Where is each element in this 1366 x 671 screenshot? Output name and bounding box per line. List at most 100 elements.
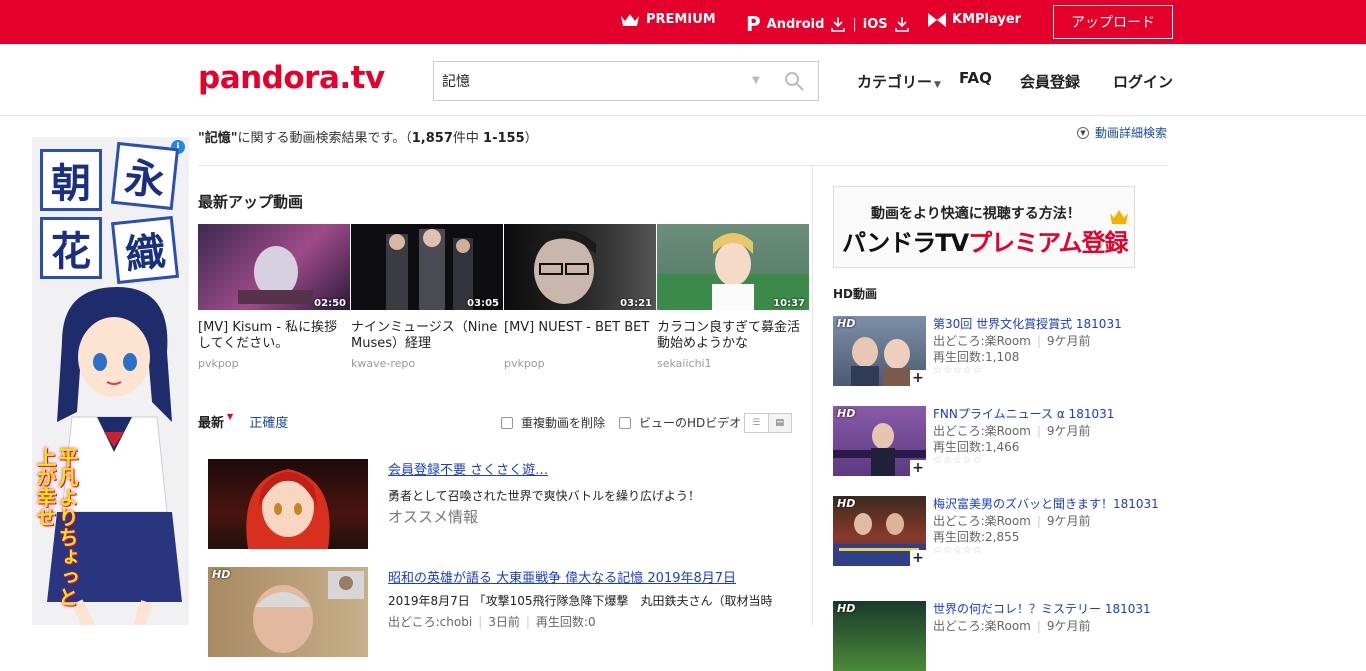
add-to-playlist-icon[interactable]: + (910, 550, 926, 566)
column-divider (812, 166, 813, 625)
separator: | (1036, 424, 1041, 438)
premium-link[interactable]: PREMIUM (620, 12, 716, 27)
list-view-icon[interactable]: ☰ (745, 414, 768, 432)
result-age: 3日前 (488, 615, 520, 629)
hd-meta: 出どころ:楽Room | 9ケ月前 (933, 513, 1161, 529)
video-thumbnail[interactable]: 03:05 (351, 224, 503, 310)
result-thumbnail[interactable] (208, 459, 368, 549)
add-to-playlist-icon[interactable]: + (910, 460, 926, 476)
video-title[interactable]: カラコン良すぎて募金活動始めようかな (657, 320, 809, 352)
nav-category[interactable]: カテゴリー ▼ (857, 71, 941, 92)
thumbnail-art (246, 469, 330, 549)
latest-video-card[interactable]: 03:21 [MV] NUEST - BET BET pvkpop (504, 224, 656, 370)
hd-source[interactable]: 出どころ:楽Room (933, 334, 1031, 348)
hd-text: 梅沢富美男のズバッと聞きます！181031 出どころ:楽Room | 9ケ月前 再生… (933, 496, 1161, 556)
ad-title-char: 花 (40, 217, 102, 279)
top-bar: PREMIUM P Android | iOS KMPlayer アップロード (0, 0, 1366, 44)
upload-button[interactable]: アップロード (1053, 5, 1173, 39)
detail-view-icon[interactable]: ▤ (767, 414, 791, 432)
video-uploader[interactable]: sekaiichi1 (657, 357, 809, 370)
hd-text: 世界の何だコレ！？ミステリー 181031 出どころ:楽Room | 9ケ月前 (933, 601, 1161, 634)
latest-video-card[interactable]: 03:05 ナインミュージス（Nine Muses）経理 kwave-repo (351, 224, 503, 370)
hd-thumbnail[interactable]: HD + (833, 406, 926, 476)
hd-title[interactable]: 世界の何だコレ！？ミステリー 181031 (933, 602, 1151, 616)
search-input[interactable] (434, 62, 734, 100)
hd-badge: HD (212, 568, 231, 581)
video-title[interactable]: ナインミュージス（Nine Muses）経理 (351, 320, 503, 352)
result-title[interactable]: 会員登録不要 さくさく遊… (388, 463, 548, 478)
premium-banner-line1: 動画をより快適に視聴する方法！ (871, 206, 1081, 222)
kmplayer-link[interactable]: KMPlayer (928, 12, 1021, 27)
nav-login[interactable]: ログイン (1113, 71, 1173, 92)
hd-thumbnail[interactable]: HD + (833, 316, 926, 386)
hd-plays: 再生回数:2,855 (933, 530, 1020, 544)
premium-banner[interactable]: 動画をより快適に視聴する方法！ パンドラTVプレミアム登録 (833, 186, 1135, 268)
download-icon (894, 17, 909, 32)
search-icon[interactable] (782, 69, 806, 93)
video-uploader[interactable]: kwave-repo (351, 357, 503, 370)
latest-video-card[interactable]: 10:37 カラコン良すぎて募金活動始めようかな sekaiichi1 (657, 224, 809, 370)
remove-duplicates-label[interactable]: 重複動画を削除 (521, 414, 605, 431)
divider (198, 165, 1168, 166)
rating-stars: ☆☆☆☆☆ (933, 365, 983, 376)
kmplayer-icon (928, 12, 946, 27)
logo[interactable]: pandora.tv (198, 60, 385, 96)
hd-badge: HD (837, 407, 856, 420)
result-source[interactable]: 出どころ:chobi (388, 615, 472, 629)
rating-stars: ☆☆☆☆☆ (933, 545, 983, 556)
video-thumbnail[interactable]: 10:37 (657, 224, 809, 310)
crown-icon (621, 13, 639, 26)
chevron-down-icon: ▼ (1077, 126, 1089, 139)
video-title[interactable]: [MV] Kisum - 私に挨拶してください。 (198, 320, 350, 352)
hd-title[interactable]: FNNプライムニュース α 181031 (933, 407, 1114, 421)
add-to-playlist-icon[interactable]: + (910, 370, 926, 386)
ios-label: iOS (862, 16, 888, 32)
video-duration: 02:50 (314, 298, 346, 309)
latest-section-title: 最新アップ動画 (198, 193, 304, 211)
rating-stars: ☆☆☆☆☆ (933, 455, 983, 466)
advanced-search-link[interactable]: ▼ 動画詳細検索 (1077, 124, 1167, 141)
video-thumbnail[interactable]: 02:50 (198, 224, 350, 310)
hd-meta: 出どころ:楽Room | 9ケ月前 (933, 423, 1161, 439)
result-title[interactable]: 昭和の英雄が語る 大東亜戦争 偉大なる記憶 2019年8月7日 (388, 571, 736, 586)
ad-title-char: 織 (110, 215, 180, 285)
nav-faq[interactable]: FAQ (959, 69, 992, 87)
hd-only-checkbox[interactable] (619, 416, 632, 429)
hd-thumbnail[interactable]: HD (833, 601, 926, 671)
latest-video-card[interactable]: 02:50 [MV] Kisum - 私に挨拶してください。 pvkpop (198, 224, 350, 370)
video-uploader[interactable]: pvkpop (198, 357, 350, 370)
pandora-p-icon: P (746, 12, 761, 36)
hd-text: 第30回 世界文化賞授賞式 181031 出どころ:楽Room | 9ケ月前 再生回… (933, 316, 1161, 376)
hd-source[interactable]: 出どころ:楽Room (933, 514, 1031, 528)
result-thumbnail[interactable]: HD (208, 567, 368, 657)
separator: | (1036, 334, 1041, 348)
side-ad[interactable]: i 朝 永 花 織 平凡よりちょっと上が幸せ (32, 137, 189, 625)
video-uploader[interactable]: pvkpop (504, 357, 656, 370)
hd-meta: 出どころ:楽Room | 9ケ月前 (933, 618, 1161, 634)
hd-source[interactable]: 出どころ:楽Room (933, 619, 1031, 633)
filter-options: 重複動画を削除 ビューのHDビデオ (501, 414, 741, 431)
hd-badge: HD (837, 497, 856, 510)
search-dropdown-icon[interactable]: ▼ (752, 75, 760, 86)
video-thumbnail[interactable]: 03:21 (504, 224, 656, 310)
premium-banner-brand: パンドラTV (842, 229, 969, 257)
sort-accuracy[interactable]: 正確度 (249, 416, 288, 431)
android-download-link[interactable]: P Android | iOS (746, 12, 910, 36)
hd-thumbnail[interactable]: HD + (833, 496, 926, 566)
kmplayer-label: KMPlayer (952, 12, 1022, 27)
hd-source[interactable]: 出どころ:楽Room (933, 424, 1031, 438)
hd-title[interactable]: 第30回 世界文化賞授賞式 181031 (933, 317, 1122, 331)
ad-title-char: 永 (110, 141, 180, 211)
hd-plays: 再生回数:1,108 (933, 350, 1020, 364)
premium-label: PREMIUM (646, 12, 716, 27)
hd-title[interactable]: 梅沢富美男のズバッと聞きます！181031 (933, 497, 1159, 511)
sort-latest[interactable]: 最新 ▼ (198, 412, 233, 431)
video-duration: 03:05 (467, 298, 499, 309)
result-unit: 件中 (452, 131, 479, 146)
hd-only-label[interactable]: ビューのHDビデオ (639, 414, 741, 431)
video-title[interactable]: [MV] NUEST - BET BET (504, 320, 656, 352)
remove-duplicates-checkbox[interactable] (501, 416, 513, 429)
nav-register[interactable]: 会員登録 (1020, 71, 1080, 92)
ad-copy: 平凡よりちょっと上が幸せ (33, 447, 79, 607)
hd-age: 9ケ月前 (1046, 334, 1091, 348)
